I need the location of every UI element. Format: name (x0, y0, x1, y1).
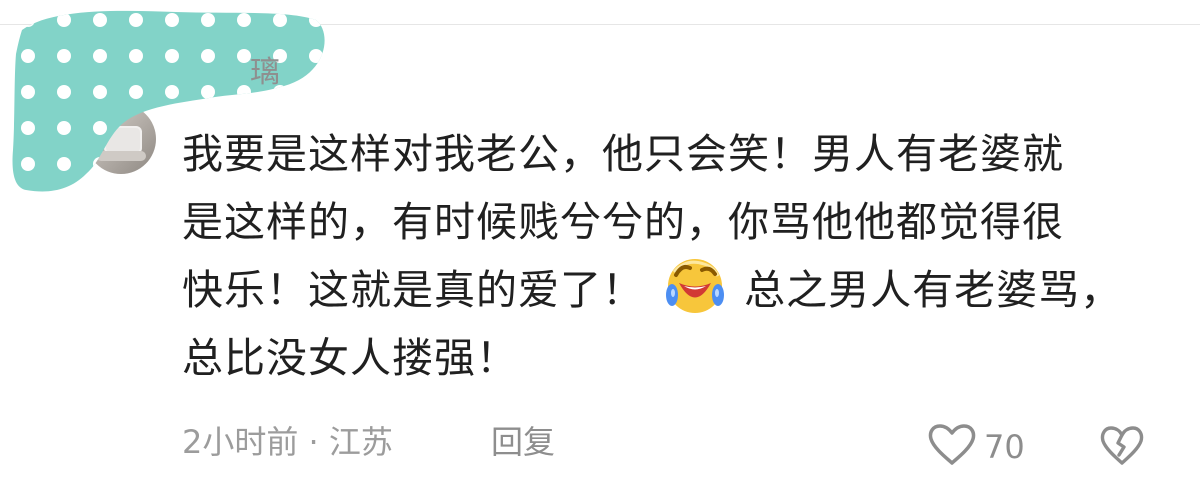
comment-line-1: 我要是这样对我老公，他只会笑！男人有老婆就 (182, 130, 1064, 178)
comment-line-3-end: 总之男人有老婆骂， (744, 266, 1123, 314)
laughing-crying-face-icon (662, 256, 728, 316)
dislike-button[interactable] (1100, 424, 1144, 468)
broken-heart-icon (1100, 426, 1144, 472)
username[interactable]: 璃 (250, 58, 280, 88)
reply-button[interactable]: 回复 (491, 426, 555, 458)
comment-meta: 2小时前 · 江苏 (182, 423, 393, 461)
avatar-image-sofa (104, 126, 142, 154)
comment-text: 我要是这样对我老公，他只会笑！男人有老婆就 是这样的，有时候贱兮兮的，你骂他他都… (182, 120, 1137, 392)
comment-line-2: 是这样的，有时候贱兮兮的，你骂他他都觉得很 (182, 198, 1064, 246)
comment-line-4: 总比没女人搂强！ (182, 334, 518, 382)
like-count: 70 (984, 428, 1025, 466)
comment-item: 璃 我要是这样对我老公，他只会笑！男人有老婆就 是这样的，有时候贱兮兮的，你骂他… (0, 0, 1200, 504)
avatar-image-floor (96, 151, 146, 161)
heart-outline-icon (928, 423, 976, 471)
comment-line-3-start: 快乐！这就是真的爱了！ (182, 266, 644, 314)
avatar[interactable] (86, 104, 156, 174)
comment-line-3: 快乐！这就是真的爱了！ 总之男人有老婆骂， (182, 256, 1137, 324)
like-button[interactable]: 70 (928, 424, 1025, 470)
